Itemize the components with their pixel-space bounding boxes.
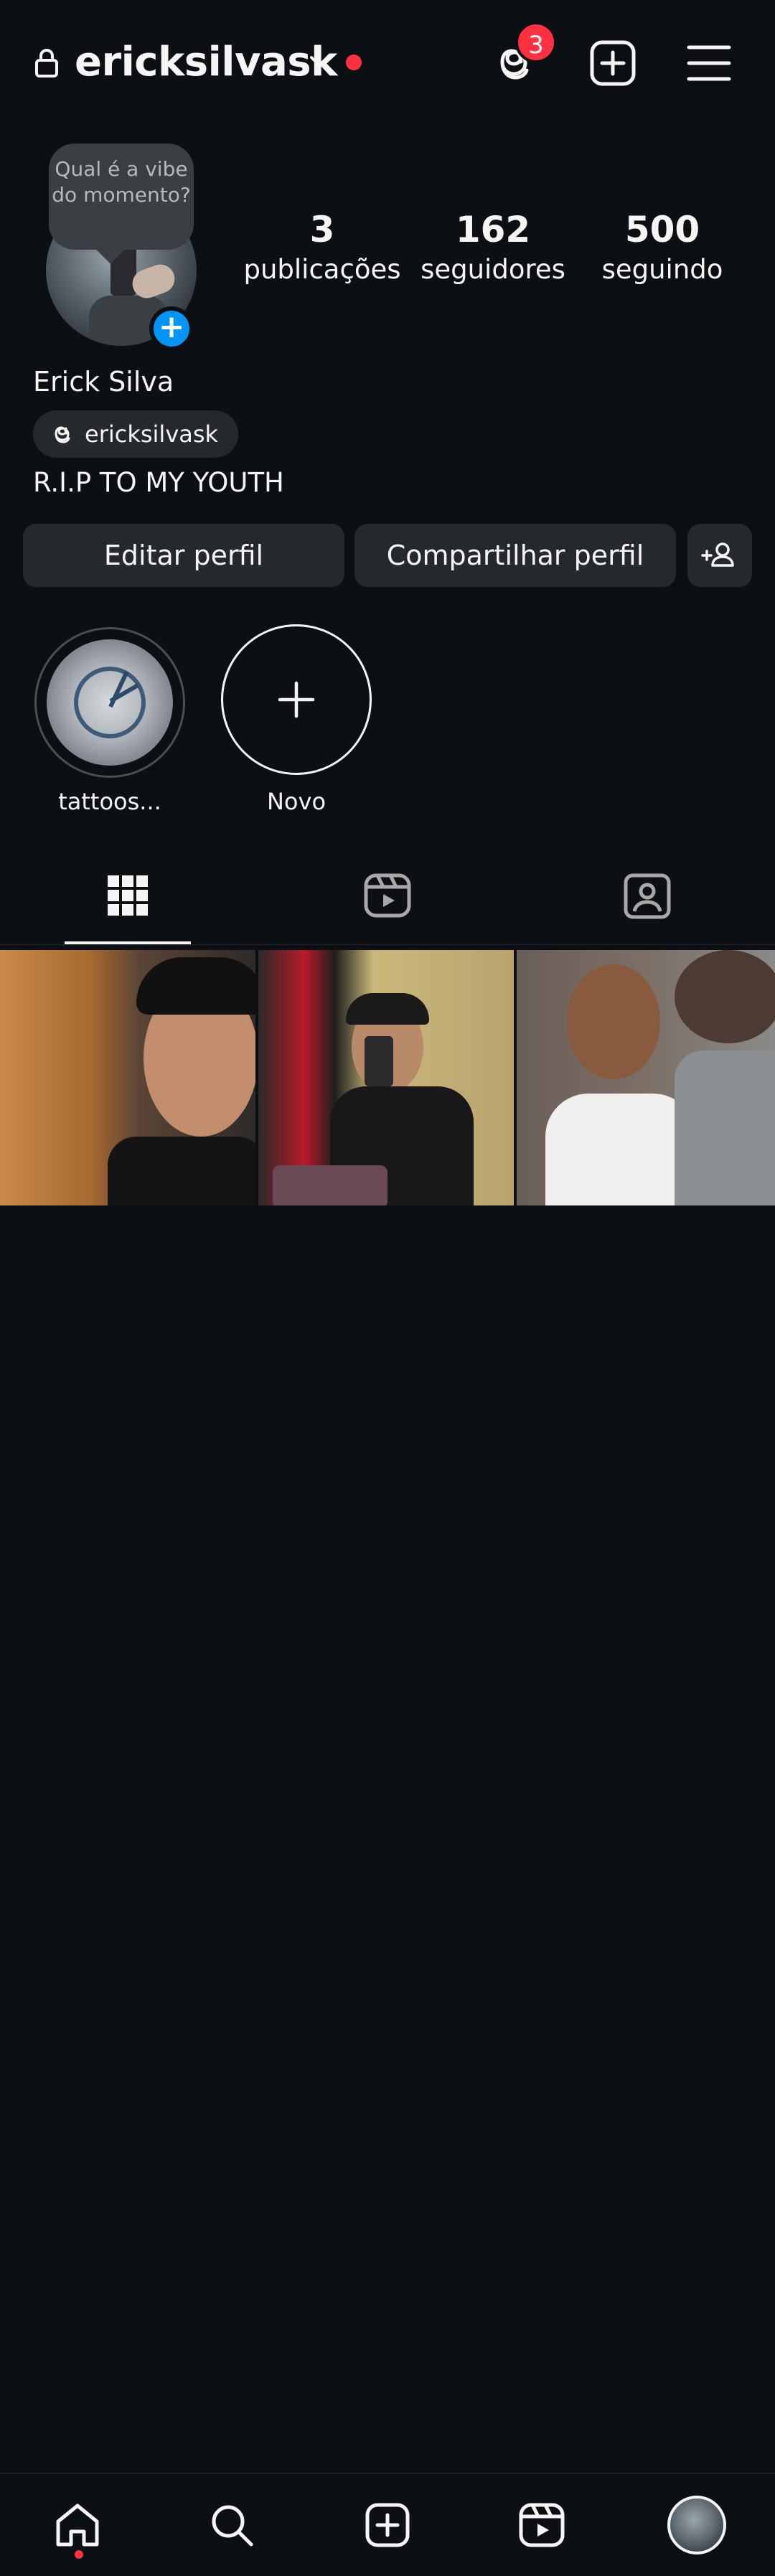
post-thumbnail[interactable]: [517, 950, 775, 1205]
new-highlight-label: Novo: [266, 788, 327, 815]
stat-posts[interactable]: 3 publicações: [240, 208, 405, 288]
stat-following-label: seguindo: [601, 254, 723, 285]
stat-followers-value: 162: [455, 209, 531, 250]
plus-icon: [278, 681, 315, 718]
profile-tab-avatar[interactable]: [667, 2496, 726, 2554]
bio: R.I.P TO MY YOUTH: [33, 467, 284, 498]
create-icon[interactable]: [587, 37, 639, 89]
stat-following-value: 500: [624, 209, 700, 250]
new-highlight-button[interactable]: [221, 624, 372, 775]
threads-icon: [55, 426, 70, 443]
post-thumbnail[interactable]: [0, 950, 255, 1205]
highlight-tattoos[interactable]: [34, 627, 185, 778]
share-profile-button[interactable]: Compartilhar perfil: [354, 524, 676, 587]
note-bubble[interactable]: Qual é a vibe do momento?: [49, 144, 194, 250]
add-person-icon: [701, 542, 734, 567]
unread-dot: [346, 55, 362, 70]
threads-handle-text: ericksilvask: [85, 420, 219, 448]
stat-followers[interactable]: 162 seguidores: [410, 208, 576, 288]
stat-following[interactable]: 500 seguindo: [580, 208, 745, 288]
add-story-plus-icon[interactable]: +: [149, 306, 194, 351]
account-switcher-username[interactable]: ericksilvask: [75, 32, 337, 93]
reels-tab-icon[interactable]: [362, 870, 413, 921]
stat-posts-value: 3: [309, 209, 335, 250]
lock-icon: [35, 49, 58, 77]
reels-icon[interactable]: [517, 2500, 567, 2550]
threads-notification-badge: 3: [515, 22, 557, 63]
threads-handle-pill[interactable]: ericksilvask: [33, 410, 239, 458]
home-activity-dot: [75, 2550, 83, 2559]
grid-icon[interactable]: [102, 870, 154, 921]
stat-posts-label: publicações: [243, 254, 401, 285]
divider: [0, 944, 775, 945]
full-name: Erick Silva: [33, 366, 174, 398]
highlight-label: tattoos...: [58, 788, 161, 815]
highlight-cover-image: [47, 639, 173, 766]
post-thumbnail[interactable]: [258, 950, 514, 1205]
stat-followers-label: seguidores: [421, 254, 565, 285]
top-bar: ericksilvask 3: [0, 0, 775, 129]
edit-profile-button[interactable]: Editar perfil: [23, 524, 344, 587]
discover-people-button[interactable]: [687, 524, 752, 587]
search-icon[interactable]: [207, 2500, 257, 2550]
menu-icon[interactable]: [683, 37, 735, 89]
tagged-icon[interactable]: [621, 870, 673, 921]
create-post-icon[interactable]: [362, 2500, 413, 2550]
chevron-down-icon[interactable]: [306, 49, 334, 75]
home-icon[interactable]: [52, 2500, 103, 2550]
